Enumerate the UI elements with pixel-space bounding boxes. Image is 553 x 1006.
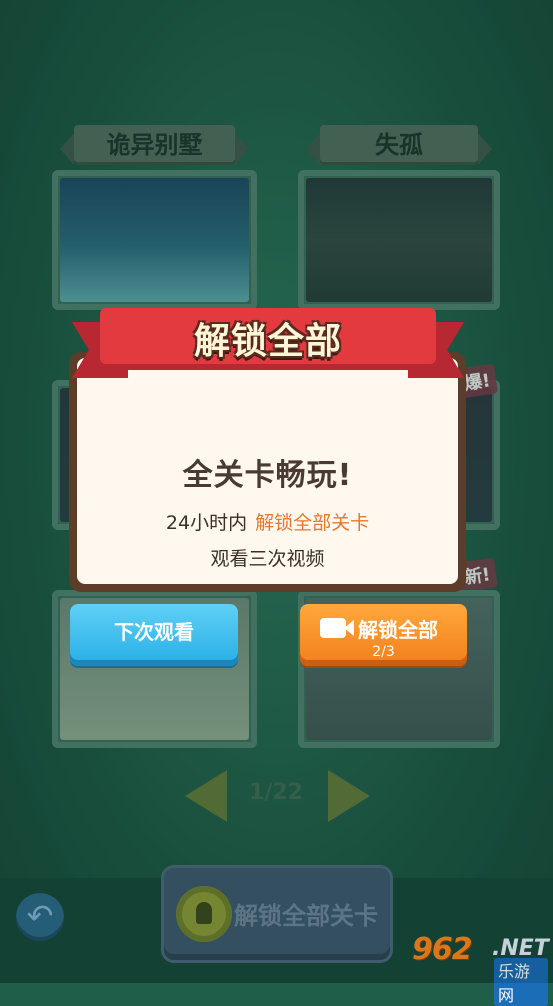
unlock-all-video-label: 解锁全部 (358, 618, 438, 642)
video-progress: 2/3 (372, 644, 395, 660)
unlock-all-video-button[interactable]: 解锁全部 2/3 (300, 604, 467, 666)
dialog-panel: 全关卡畅玩! 24小时内 解锁全部关卡 观看三次视频 (77, 358, 458, 584)
dialog-line-1-accent: 解锁全部关卡 (255, 512, 370, 534)
unlock-all-dialog: 全关卡畅玩! 24小时内 解锁全部关卡 观看三次视频 (69, 352, 466, 592)
dialog-headline: 全关卡畅玩! (182, 458, 353, 493)
dialog-line-1-prefix: 24小时内 (165, 512, 248, 534)
ribbon-body: 解锁全部 (100, 308, 436, 370)
dialog-line-1: 24小时内 解锁全部关卡 (77, 508, 458, 535)
video-camera-icon (320, 618, 354, 638)
dialog-title: 解锁全部 (193, 321, 342, 362)
watch-later-button[interactable]: 下次观看 (70, 604, 238, 666)
dialog-title-ribbon: 解锁全部 (72, 302, 464, 382)
dialog-line-2: 观看三次视频 (210, 548, 325, 570)
